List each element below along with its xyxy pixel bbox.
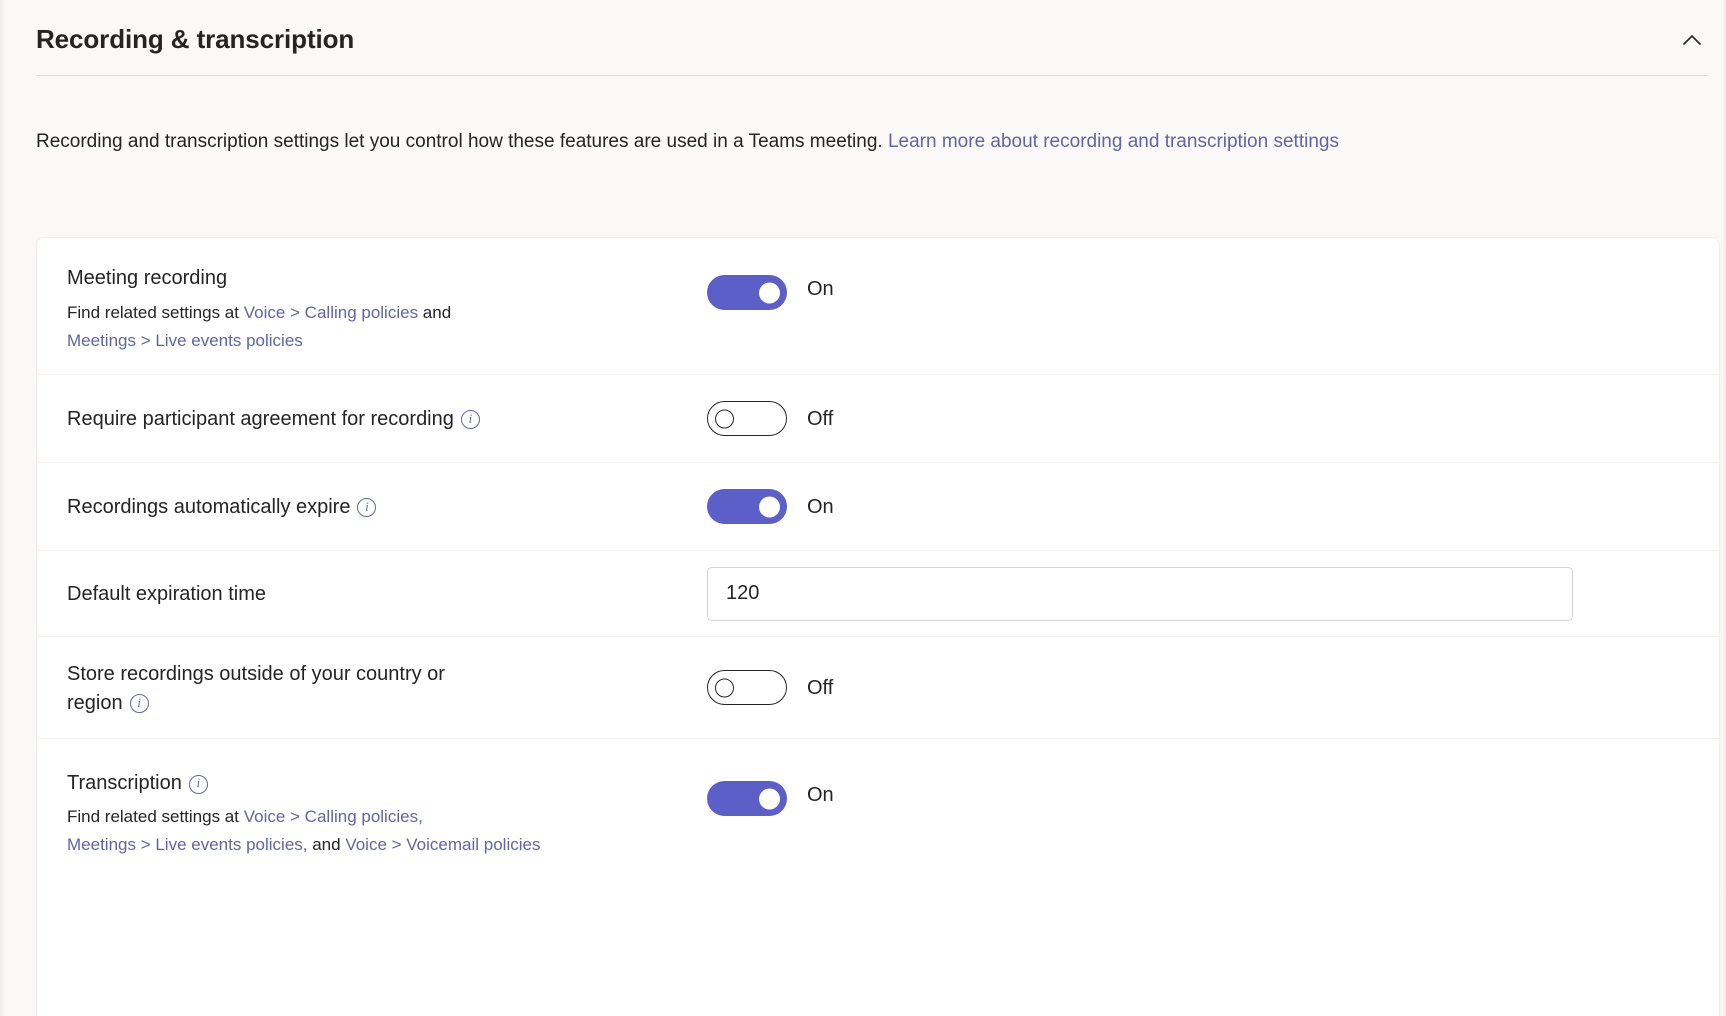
setting-label-require-agreement: Require participant agreement for record… [67, 405, 707, 433]
voicemail-policies-link[interactable]: Voice > Voicemail policies [345, 835, 540, 854]
auto-expire-toggle-state: On [807, 495, 834, 518]
live-events-policies-link[interactable]: Meetings > Live events policies [67, 331, 303, 350]
setting-title: Transcription i [67, 769, 707, 797]
setting-title: Recordings automatically expire i [67, 493, 707, 521]
setting-row-transcription: Transcription i Find related settings at … [37, 739, 1719, 939]
settings-card: Meeting recording Find related settings … [36, 237, 1720, 1016]
setting-row-expiration-time: Default expiration time [37, 551, 1719, 637]
store-outside-toggle-state: Off [807, 676, 834, 699]
setting-label-transcription: Transcription i Find related settings at … [67, 769, 707, 859]
setting-title: Meeting recording [67, 267, 228, 289]
setting-subtext: Find related settings at Voice > Calling… [67, 803, 707, 859]
toggle-knob [759, 496, 780, 517]
auto-expire-toggle[interactable] [707, 489, 787, 524]
default-expiration-time-input[interactable] [707, 566, 1573, 621]
setting-label-auto-expire: Recordings automatically expire i [67, 493, 707, 521]
transcription-toggle[interactable] [707, 781, 787, 816]
subtext-conjunction: and [307, 835, 346, 854]
setting-title-line1: Store recordings outside of your country… [67, 662, 445, 685]
toggle-knob [759, 282, 780, 303]
info-icon[interactable]: i [188, 774, 208, 794]
subtext-conjunction: and [418, 303, 452, 322]
info-icon[interactable]: i [460, 410, 480, 429]
setting-label-meeting-recording: Meeting recording Find related settings … [67, 263, 707, 355]
transcription-toggle-state: On [807, 784, 834, 806]
store-outside-toggle[interactable] [707, 670, 787, 705]
setting-control-store-outside: Off [707, 670, 1689, 705]
setting-subtext: Find related settings at Voice > Calling… [67, 299, 707, 355]
subtext-prefix: Find related settings at [67, 807, 244, 826]
setting-title-line2-wrap: region i [67, 689, 707, 717]
section-description: Recording and transcription settings let… [36, 123, 1726, 161]
setting-label-store-outside: Store recordings outside of your country… [67, 659, 707, 717]
page-title: Recording & transcription [36, 24, 355, 54]
page-left-edge [0, 0, 7, 1016]
toggle-knob [715, 678, 734, 697]
setting-title-text: Require participant agreement for record… [67, 407, 454, 430]
meeting-recording-toggle-state: On [807, 278, 834, 300]
settings-page: Recording & transcription Recording and … [0, 0, 1726, 1016]
chevron-up-icon [1679, 28, 1705, 54]
setting-row-auto-expire: Recordings automatically expire i On [37, 463, 1719, 551]
toggle-knob [715, 409, 734, 428]
setting-row-meeting-recording: Meeting recording Find related settings … [37, 238, 1719, 375]
setting-title: Default expiration time [67, 582, 266, 605]
setting-control-auto-expire: On [707, 489, 1689, 524]
learn-more-link[interactable]: Learn more about recording and transcrip… [888, 131, 1339, 152]
setting-title: Require participant agreement for record… [67, 405, 707, 433]
calling-policies-link[interactable]: Voice > Calling policies, [244, 807, 423, 826]
calling-policies-link[interactable]: Voice > Calling policies [244, 303, 418, 322]
toggle-knob [759, 788, 780, 809]
setting-title-text: Recordings automatically expire [67, 495, 351, 518]
setting-title-line2: region [67, 691, 123, 714]
setting-row-require-agreement: Require participant agreement for record… [37, 375, 1719, 463]
info-icon[interactable]: i [129, 694, 149, 713]
live-events-policies-link[interactable]: Meetings > Live events policies, [67, 835, 308, 854]
setting-row-store-outside: Store recordings outside of your country… [37, 637, 1719, 739]
setting-control-transcription: On [707, 769, 1689, 816]
section-description-text: Recording and transcription settings let… [36, 131, 888, 152]
setting-control-meeting-recording: On [707, 263, 1689, 310]
setting-control-require-agreement: Off [707, 401, 1689, 436]
require-agreement-toggle[interactable] [707, 401, 787, 436]
setting-title-text: Transcription [67, 772, 182, 794]
meeting-recording-toggle[interactable] [707, 275, 787, 310]
setting-label-expiration-time: Default expiration time [67, 579, 707, 609]
subtext-prefix: Find related settings at [67, 303, 244, 322]
info-icon[interactable]: i [357, 498, 377, 517]
collapse-section-button[interactable] [1675, 24, 1709, 58]
section-header: Recording & transcription [36, 22, 1709, 76]
require-agreement-toggle-state: Off [807, 407, 834, 430]
setting-control-expiration-time [707, 566, 1689, 621]
